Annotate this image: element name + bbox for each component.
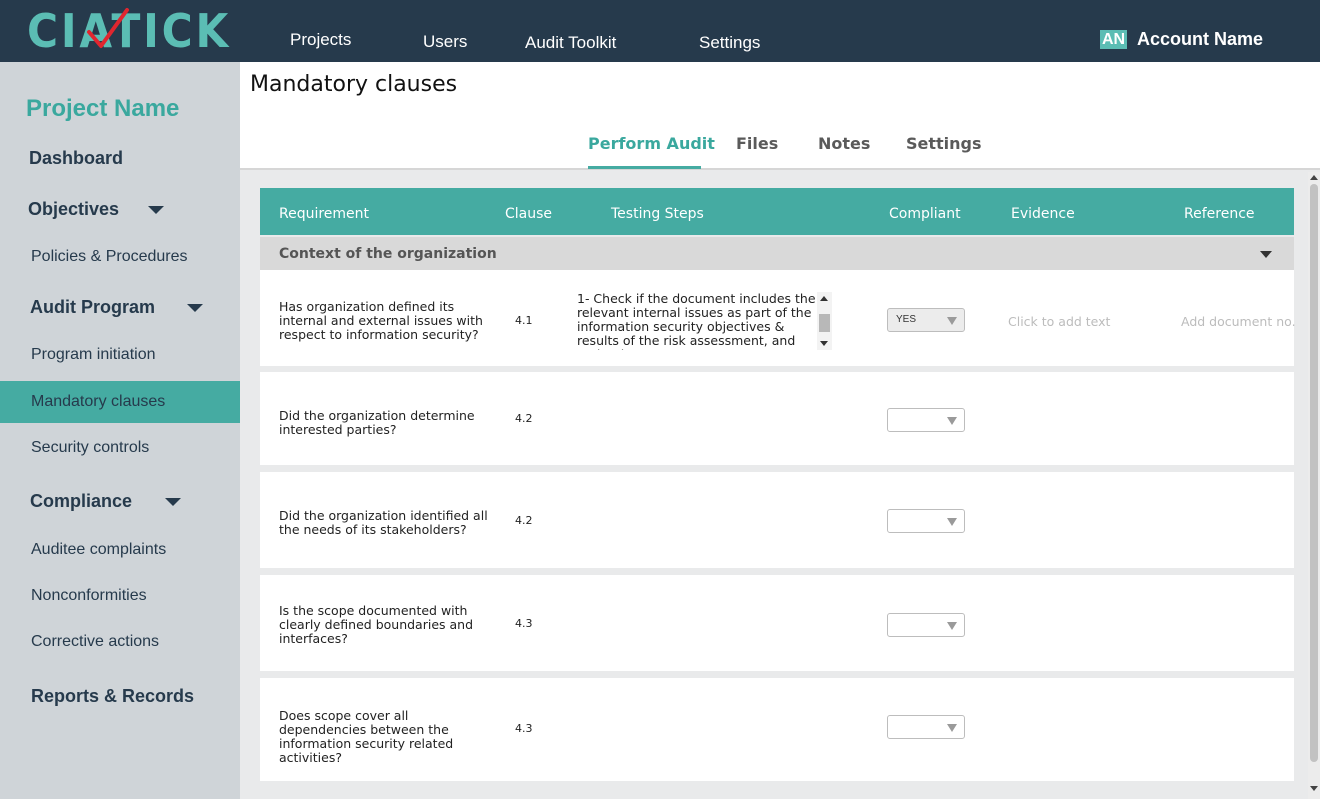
sidebar-item-audit-program[interactable]: Audit Program — [0, 297, 240, 318]
chevron-down-icon — [947, 417, 957, 425]
sidebar-item-policies[interactable]: Policies & Procedures — [0, 236, 240, 278]
chevron-down-icon — [165, 498, 182, 507]
tab-settings[interactable]: Settings — [906, 134, 982, 153]
requirement-text: Did the organization determine intereste… — [279, 408, 475, 437]
requirement-text: Did the organization identified all the … — [279, 508, 488, 537]
sidebar-item-objectives[interactable]: Objectives — [0, 199, 238, 220]
scroll-thumb[interactable] — [1310, 184, 1318, 762]
scroll-down-icon[interactable] — [820, 341, 828, 346]
clause-number: 4.1 — [515, 314, 533, 327]
reference-field[interactable]: Add document no. — [1181, 314, 1296, 329]
sidebar-item-label: Compliance — [30, 491, 133, 511]
sidebar-item-label: Audit Program — [30, 297, 156, 317]
sidebar-item-security-controls[interactable]: Security controls — [0, 427, 240, 469]
sidebar-item-label: Objectives — [28, 199, 120, 219]
table-row: Has organization defined its internal an… — [260, 270, 1296, 366]
chevron-down-icon — [187, 304, 204, 313]
page-scrollbar[interactable] — [1308, 172, 1320, 799]
sidebar-item-program-initiation[interactable]: Program initiation — [0, 334, 240, 376]
table-row: Did the organization determine intereste… — [260, 372, 1294, 465]
group-row[interactable]: Context of the organization — [260, 237, 1294, 270]
compliant-value: YES — [896, 314, 917, 325]
chevron-down-icon — [947, 518, 957, 526]
requirement-text: Is the scope documented with clearly def… — [279, 603, 474, 646]
content-header: Mandatory clauses Perform Audit Files No… — [240, 62, 1320, 170]
app-logo[interactable]: CIATICK — [27, 6, 228, 56]
avatar: AN — [1100, 30, 1127, 49]
clause-number: 4.2 — [515, 514, 533, 527]
clause-number: 4.3 — [515, 722, 533, 735]
scroll-up-icon[interactable] — [1310, 175, 1318, 180]
scroll-up-icon[interactable] — [820, 296, 828, 301]
table-row: Does scope cover all dependencies betwee… — [260, 678, 1294, 781]
scroll-down-icon[interactable] — [1310, 786, 1318, 791]
sidebar-item-auditee-complaints[interactable]: Auditee complaints — [0, 529, 240, 571]
chevron-down-icon[interactable] — [1260, 251, 1272, 258]
sidebar: Project Name Dashboard Objectives Polici… — [0, 62, 240, 799]
column-header-compliant: Compliant — [889, 206, 961, 222]
requirement-text: Does scope cover all dependencies betwee… — [279, 708, 454, 765]
compliant-select[interactable] — [887, 613, 965, 637]
table-header: Requirement Clause Testing Steps Complia… — [260, 188, 1294, 235]
sidebar-item-corrective-actions[interactable]: Corrective actions — [0, 621, 240, 663]
chevron-down-icon — [148, 206, 165, 215]
nav-users[interactable]: Users — [423, 32, 467, 52]
evidence-field[interactable]: Click to add text — [1008, 314, 1110, 329]
chevron-down-icon — [947, 622, 957, 630]
clause-number: 4.3 — [515, 617, 533, 630]
active-tab-indicator — [588, 166, 701, 169]
top-bar: CIATICK Projects Users Audit Toolkit Set… — [0, 0, 1320, 62]
testing-steps-text[interactable]: 1- Check if the document includes the re… — [577, 292, 817, 350]
chevron-down-icon — [947, 724, 957, 732]
account-menu[interactable]: AN Account Name — [1100, 29, 1263, 50]
compliant-select[interactable] — [887, 408, 965, 432]
compliant-select[interactable] — [887, 509, 965, 533]
account-name: Account Name — [1137, 29, 1264, 49]
nav-settings[interactable]: Settings — [699, 33, 760, 53]
clause-number: 4.2 — [515, 412, 533, 425]
tab-perform-audit[interactable]: Perform Audit — [588, 134, 715, 153]
checkmark-icon — [87, 8, 129, 48]
page-title: Mandatory clauses — [250, 72, 458, 97]
compliant-select[interactable] — [887, 715, 965, 739]
table-row: Is the scope documented with clearly def… — [260, 575, 1294, 671]
group-label: Context of the organization — [279, 246, 497, 262]
chevron-down-icon — [947, 317, 957, 325]
column-header-reference: Reference — [1184, 206, 1255, 222]
nav-projects[interactable]: Projects — [290, 30, 351, 50]
column-header-testing-steps: Testing Steps — [611, 206, 704, 222]
scroll-thumb[interactable] — [819, 314, 830, 332]
project-name: Project Name — [26, 95, 180, 122]
testing-steps-scrollbar[interactable] — [817, 292, 832, 350]
sidebar-item-mandatory-clauses[interactable]: Mandatory clauses — [0, 381, 240, 423]
column-header-evidence: Evidence — [1011, 206, 1075, 222]
tab-files[interactable]: Files — [736, 134, 778, 153]
sidebar-item-nonconformities[interactable]: Nonconformities — [0, 575, 240, 617]
table-row: Did the organization identified all the … — [260, 472, 1294, 568]
sidebar-item-reports[interactable]: Reports & Records — [1, 686, 241, 707]
column-header-requirement: Requirement — [279, 206, 370, 222]
tab-notes[interactable]: Notes — [818, 134, 870, 153]
nav-audit-toolkit[interactable]: Audit Toolkit — [525, 33, 616, 53]
sidebar-item-compliance[interactable]: Compliance — [0, 491, 240, 512]
compliant-select[interactable]: YES — [887, 308, 965, 332]
column-header-clause: Clause — [505, 206, 553, 222]
sidebar-item-dashboard[interactable]: Dashboard — [0, 148, 239, 169]
requirement-text: Has organization defined its internal an… — [279, 299, 483, 342]
